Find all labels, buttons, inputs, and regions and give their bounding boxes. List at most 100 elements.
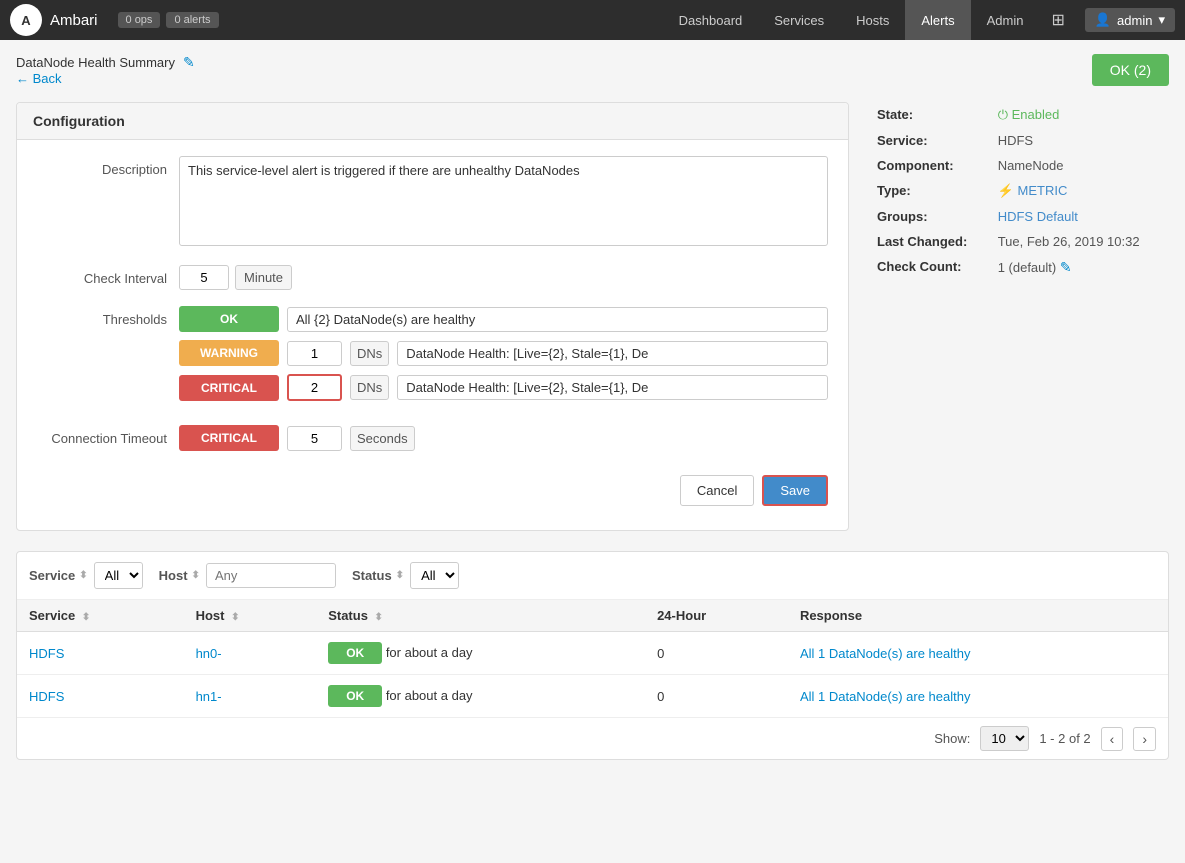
info-table: State: ⏻ Enabled Service: HDFS Component… <box>869 102 1169 281</box>
critical-unit: DNs <box>350 375 389 400</box>
check-count-value: 1 (default) ✎ <box>990 254 1169 281</box>
page-title-group: DataNode Health Summary ✎ Back <box>16 54 195 86</box>
title-text: DataNode Health Summary <box>16 55 175 70</box>
component-value: NameNode <box>990 153 1169 178</box>
status-cell: OK for about a day <box>316 632 645 675</box>
last-changed-key: Last Changed: <box>869 229 990 254</box>
table-body: HDFS hn0- OK for about a day 0 All 1 Dat… <box>17 632 1168 718</box>
ops-badge[interactable]: 0 ops <box>118 12 161 28</box>
type-row: Type: ⚡ METRIC <box>869 178 1169 204</box>
col-response: Response <box>788 600 1168 632</box>
data-table: Service ⬍ Host ⬍ Status ⬍ 24-Hour Respon… <box>17 600 1168 717</box>
ok-threshold-btn: OK <box>179 306 279 332</box>
nav-badges: 0 ops 0 alerts <box>118 12 219 28</box>
user-menu[interactable]: 👤 admin ▾ <box>1085 8 1175 32</box>
alerts-badge[interactable]: 0 alerts <box>166 12 218 28</box>
groups-value[interactable]: HDFS Default <box>990 204 1169 229</box>
groups-key: Groups: <box>869 204 990 229</box>
config-title: Configuration <box>17 103 848 140</box>
count-cell: 0 <box>645 632 788 675</box>
grid-icon[interactable]: ⊞ <box>1039 0 1076 40</box>
threshold-critical-row: CRITICAL DNs DataNode Health: [Live={2},… <box>179 374 828 401</box>
conn-timeout-input[interactable] <box>287 426 342 451</box>
nav-admin[interactable]: Admin <box>971 0 1040 40</box>
warning-threshold-input[interactable] <box>287 341 342 366</box>
host-filter-input[interactable] <box>206 563 336 588</box>
ok-button[interactable]: OK (2) <box>1092 54 1169 86</box>
page-header: DataNode Health Summary ✎ Back OK (2) <box>16 54 1169 86</box>
check-count-edit-icon[interactable]: ✎ <box>1060 259 1072 275</box>
status-cell: OK for about a day <box>316 675 645 718</box>
save-button[interactable]: Save <box>762 475 828 506</box>
status-filter-label: Status ⬍ <box>352 568 404 583</box>
thresholds-content: OK All {2} DataNode(s) are healthy WARNI… <box>179 306 828 409</box>
brand: A Ambari <box>10 4 98 36</box>
status-badge: OK <box>328 642 382 664</box>
critical-threshold-input[interactable] <box>287 374 342 401</box>
bottom-section: Service ⬍ All Host ⬍ Status ⬍ All <box>16 551 1169 760</box>
component-key: Component: <box>869 153 990 178</box>
warning-threshold-btn: WARNING <box>179 340 279 366</box>
table-header: Service ⬍ Host ⬍ Status ⬍ 24-Hour Respon… <box>17 600 1168 632</box>
warning-unit: DNs <box>350 341 389 366</box>
cancel-button[interactable]: Cancel <box>680 475 754 506</box>
nav-hosts[interactable]: Hosts <box>840 0 905 40</box>
conn-critical-btn: CRITICAL <box>179 425 279 451</box>
status-filter-select[interactable]: All <box>410 562 459 589</box>
nav-alerts[interactable]: Alerts <box>905 0 970 40</box>
status-badge: OK <box>328 685 382 707</box>
check-interval-input[interactable] <box>179 265 229 290</box>
sort-icon: ⬍ <box>79 570 87 581</box>
back-link[interactable]: Back <box>16 71 62 86</box>
response-cell[interactable]: All 1 DataNode(s) are healthy <box>788 632 1168 675</box>
status-filter-group: Status ⬍ All <box>352 562 459 589</box>
form-buttons: Cancel Save <box>37 475 828 514</box>
description-input[interactable]: This service-level alert is triggered if… <box>179 156 828 246</box>
col-host: Host ⬍ <box>184 600 317 632</box>
service-filter-select[interactable]: All <box>94 562 143 589</box>
prev-page-button[interactable]: ‹ <box>1101 727 1124 751</box>
check-interval-unit: Minute <box>235 265 292 290</box>
show-select[interactable]: 10 25 50 <box>980 726 1029 751</box>
nav-dashboard[interactable]: Dashboard <box>663 0 759 40</box>
service-key: Service: <box>869 128 990 153</box>
state-row: State: ⏻ Enabled <box>869 102 1169 128</box>
type-text: METRIC <box>1018 183 1068 198</box>
connection-timeout-label: Connection Timeout <box>37 425 167 446</box>
warning-threshold-text[interactable]: DataNode Health: [Live={2}, Stale={1}, D… <box>397 341 828 366</box>
navbar: A Ambari 0 ops 0 alerts Dashboard Servic… <box>0 0 1185 40</box>
page-content: DataNode Health Summary ✎ Back OK (2) Co… <box>0 40 1185 774</box>
service-cell[interactable]: HDFS <box>17 675 184 718</box>
state-key: State: <box>869 102 990 128</box>
table-footer: Show: 10 25 50 1 - 2 of 2 ‹ › <box>17 717 1168 759</box>
thresholds-label: Thresholds <box>37 306 167 327</box>
type-value: ⚡ METRIC <box>990 178 1169 204</box>
critical-threshold-text[interactable]: DataNode Health: [Live={2}, Stale={1}, D… <box>397 375 828 400</box>
host-cell[interactable]: hn0- <box>184 632 317 675</box>
power-icon: ⏻ <box>998 107 1012 122</box>
config-panel: Configuration Description This service-l… <box>16 102 849 531</box>
show-label: Show: <box>934 731 970 746</box>
next-page-button[interactable]: › <box>1133 727 1156 751</box>
title-edit-icon[interactable]: ✎ <box>183 54 195 71</box>
connection-timeout-content: CRITICAL Seconds <box>179 425 828 459</box>
logo: A <box>10 4 42 36</box>
user-icon: 👤 <box>1095 12 1111 28</box>
threshold-warning-row: WARNING DNs DataNode Health: [Live={2}, … <box>179 340 828 366</box>
nav-services[interactable]: Services <box>758 0 840 40</box>
type-key: Type: <box>869 178 990 204</box>
service-cell[interactable]: HDFS <box>17 632 184 675</box>
status-sort-icon: ⬍ <box>396 570 404 581</box>
groups-row: Groups: HDFS Default <box>869 204 1169 229</box>
response-cell[interactable]: All 1 DataNode(s) are healthy <box>788 675 1168 718</box>
table-filters: Service ⬍ All Host ⬍ Status ⬍ All <box>17 552 1168 600</box>
ok-threshold-text[interactable]: All {2} DataNode(s) are healthy <box>287 307 828 332</box>
thresholds-row: Thresholds OK All {2} DataNode(s) are he… <box>37 306 828 409</box>
host-cell[interactable]: hn1- <box>184 675 317 718</box>
threshold-ok-row: OK All {2} DataNode(s) are healthy <box>179 306 828 332</box>
service-row: Service: HDFS <box>869 128 1169 153</box>
last-changed-value: Tue, Feb 26, 2019 10:32 <box>990 229 1169 254</box>
username: admin <box>1117 13 1152 28</box>
conn-timeout-unit: Seconds <box>350 426 415 451</box>
description-row: Description This service-level alert is … <box>37 156 828 249</box>
